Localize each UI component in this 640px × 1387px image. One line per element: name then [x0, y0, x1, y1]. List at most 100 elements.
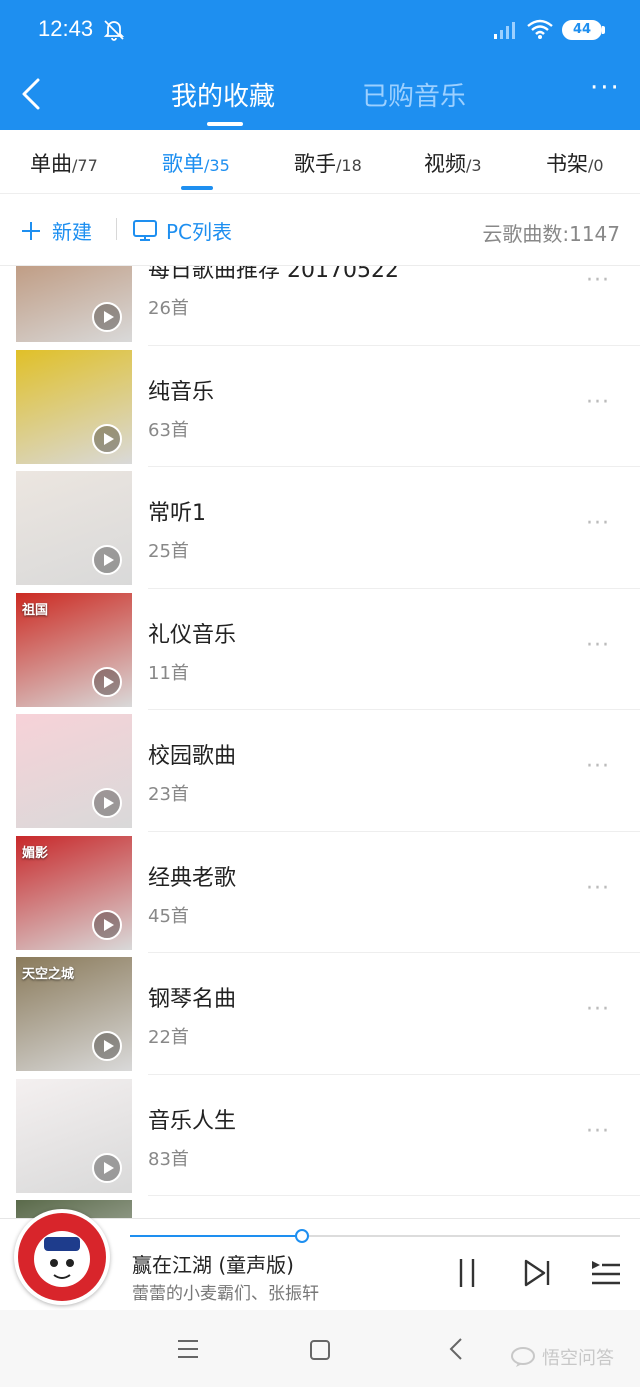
playlist-list[interactable]: 思念天边的你每日歌曲推荐 20170522 26首 ··· 纯音乐 63首 ··· 常听1 2…	[0, 266, 640, 1218]
playlist-row[interactable]	[0, 1196, 640, 1218]
tab-my-favorites[interactable]: 我的收藏	[171, 76, 275, 113]
subtab-label: 视频	[424, 152, 466, 176]
row-more-icon[interactable]: ···	[586, 997, 610, 1022]
subtab-playlists[interactable]: 歌单/35	[162, 148, 230, 178]
playlist-row[interactable]: 音乐人生 83首 ···	[0, 1075, 640, 1196]
status-bar: 12:43 44	[0, 0, 640, 60]
back-icon[interactable]	[444, 1334, 468, 1364]
playlist-song-count: 25首	[148, 541, 189, 562]
cover-text: 祖国	[22, 602, 49, 618]
subtab-count: /35	[204, 156, 230, 175]
play-icon[interactable]	[92, 788, 122, 818]
watermark-text: 悟空问答	[542, 1348, 614, 1369]
album-art-disc[interactable]	[14, 1209, 110, 1305]
pause-icon[interactable]	[450, 1255, 484, 1291]
more-icon[interactable]: ···	[590, 75, 624, 108]
row-more-icon[interactable]: ···	[586, 268, 610, 293]
mute-bell-icon	[103, 20, 125, 41]
row-more-icon[interactable]: ···	[586, 754, 610, 779]
subtab-artists[interactable]: 歌手/18	[294, 148, 362, 178]
play-icon[interactable]	[92, 666, 122, 697]
playlist-row[interactable]: 纯音乐 63首 ···	[0, 346, 640, 467]
playlist-row[interactable]: 思念天边的你每日歌曲推荐 20170522 26首 ···	[0, 266, 640, 346]
playlist-cover[interactable]	[16, 471, 132, 585]
status-time: 12:43	[38, 16, 94, 41]
playlist-cover[interactable]	[16, 1078, 132, 1193]
divider	[116, 218, 117, 240]
play-icon[interactable]	[92, 423, 122, 454]
playlist-name: 钢琴名曲	[148, 987, 237, 1012]
subtab-label: 歌单	[162, 152, 204, 176]
row-more-icon[interactable]: ···	[586, 390, 610, 415]
playlist-row[interactable]: 校园歌曲 23首 ···	[0, 710, 640, 832]
playlist-song-count: 63首	[148, 419, 189, 441]
now-playing-title: 赢在江湖 (童声版)	[132, 1253, 294, 1277]
app-header: 12:43 44 我的收藏 已购音乐 ···	[0, 0, 640, 130]
playlist-cover[interactable]: 天空之城	[16, 957, 132, 1071]
play-icon[interactable]	[92, 909, 122, 940]
play-icon[interactable]	[92, 302, 122, 332]
playlist-cover[interactable]	[16, 349, 132, 464]
next-icon[interactable]	[520, 1257, 554, 1289]
playlist-row[interactable]: 祖国礼仪音乐 11首 ···	[0, 589, 640, 710]
playlist-cover[interactable]	[16, 714, 132, 828]
subtab-videos[interactable]: 视频/3	[424, 148, 482, 178]
playlist-name: 每日歌曲推荐 20170522	[148, 266, 399, 283]
wifi-icon	[527, 19, 553, 39]
chat-bubble-icon	[511, 1347, 535, 1367]
system-nav-bar: 悟空问答	[0, 1310, 640, 1387]
playlist-song-count: 45首	[148, 905, 189, 927]
subtab-count: /18	[336, 156, 362, 175]
new-playlist-button[interactable]: 新建	[20, 216, 92, 245]
playlist-song-count: 11首	[148, 662, 189, 684]
new-playlist-label: 新建	[52, 220, 92, 244]
subtab-label: 单曲	[30, 152, 72, 176]
playlist-name: 纯音乐	[148, 379, 215, 405]
playlist-name: 常听1	[148, 501, 206, 526]
playlist-row[interactable]: 媚影经典老歌 45首 ···	[0, 832, 640, 953]
playlist-song-count: 23首	[148, 784, 189, 805]
home-icon[interactable]	[308, 1338, 332, 1362]
playlist-row[interactable]: 天空之城钢琴名曲 22首 ···	[0, 953, 640, 1075]
playlist-name: 校园歌曲	[148, 744, 237, 769]
row-more-icon[interactable]: ···	[586, 876, 610, 901]
category-tabs: 单曲/77 歌单/35 歌手/18 视频/3 书架/0	[0, 130, 640, 194]
active-tab-indicator	[207, 122, 243, 126]
playlist-name: 礼仪音乐	[148, 622, 237, 648]
progress-bar[interactable]	[130, 1229, 620, 1243]
mini-player[interactable]: 赢在江湖 (童声版) 蕾蕾的小麦霸们、张振轩	[0, 1209, 640, 1310]
subtab-bookshelf[interactable]: 书架/0	[546, 148, 604, 178]
monitor-icon	[133, 219, 157, 241]
playlist-cover[interactable]: 祖国	[16, 592, 132, 707]
watermark: 悟空问答	[510, 1344, 614, 1370]
playlist-song-count: 22首	[148, 1027, 189, 1048]
progress-knob[interactable]	[294, 1229, 309, 1243]
row-more-icon[interactable]: ···	[586, 511, 610, 536]
playlist-cover[interactable]: 思念天边的你	[16, 266, 132, 342]
pc-list-button[interactable]: PC列表	[132, 216, 232, 245]
subtab-label: 书架	[546, 152, 588, 176]
row-more-icon[interactable]: ···	[586, 633, 610, 658]
battery-tip	[602, 26, 605, 34]
back-arrow-icon[interactable]	[18, 74, 48, 114]
playlist-name: 经典老歌	[148, 865, 237, 891]
cover-text: 天空之城	[22, 967, 75, 982]
playlist-name: 音乐人生	[148, 1108, 237, 1134]
play-icon[interactable]	[92, 1031, 122, 1061]
cover-text: 媚影	[22, 845, 49, 861]
play-icon[interactable]	[92, 545, 122, 575]
menu-icon[interactable]	[172, 1336, 204, 1362]
album-art-image	[18, 1213, 106, 1301]
plus-icon	[22, 221, 40, 240]
play-icon[interactable]	[92, 1152, 122, 1183]
row-more-icon[interactable]: ···	[586, 1119, 610, 1144]
subtab-singles[interactable]: 单曲/77	[30, 148, 98, 178]
playlist-song-count: 83首	[148, 1148, 189, 1170]
tab-purchased-music[interactable]: 已购音乐	[362, 76, 466, 113]
playlist-cover[interactable]: 媚影	[16, 835, 132, 950]
subtab-count: /77	[72, 156, 98, 175]
now-playing-artist: 蕾蕾的小麦霸们、张振轩	[132, 1284, 319, 1304]
playlist-row[interactable]: 常听1 25首 ···	[0, 467, 640, 589]
playlist-song-count: 26首	[148, 298, 189, 319]
queue-icon[interactable]	[588, 1257, 622, 1289]
